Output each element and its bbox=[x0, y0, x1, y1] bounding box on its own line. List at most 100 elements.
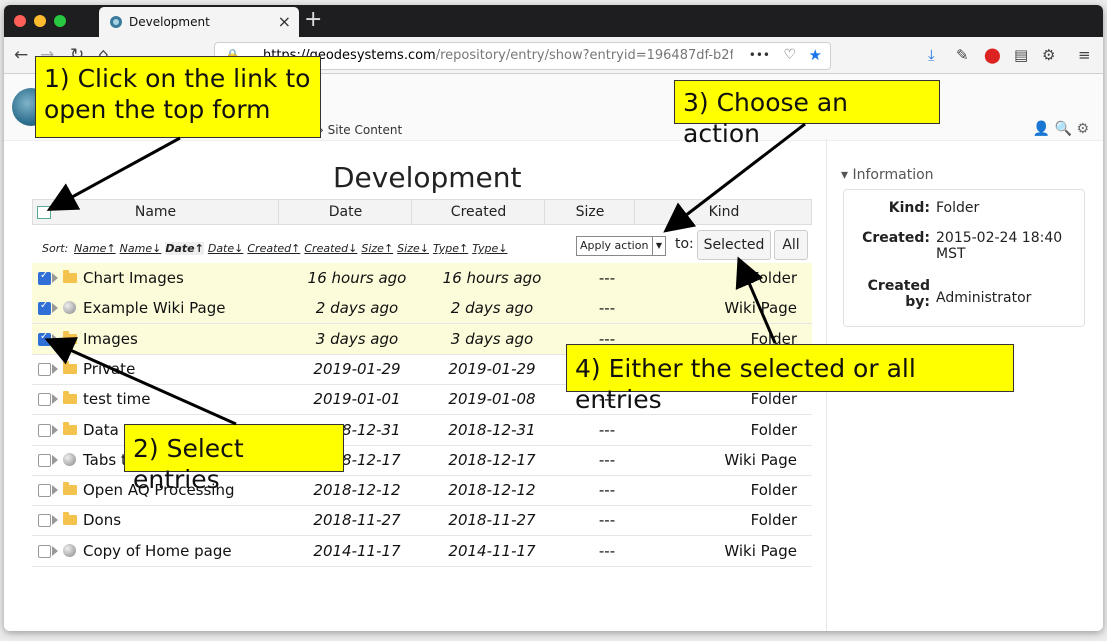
sort-link[interactable]: Size↑ bbox=[361, 242, 393, 255]
settings-gear-icon[interactable]: ⚙ bbox=[1076, 121, 1089, 137]
expand-arrow-icon[interactable] bbox=[52, 394, 58, 405]
tab-title: Development bbox=[129, 15, 210, 29]
col-name[interactable]: Name bbox=[33, 200, 278, 224]
sort-link[interactable]: Date↑ bbox=[165, 242, 204, 255]
folder-icon bbox=[63, 270, 77, 283]
back-icon[interactable]: ← bbox=[14, 45, 28, 65]
sort-link[interactable]: Size↓ bbox=[397, 242, 429, 255]
entry-name-link[interactable]: test time bbox=[83, 390, 150, 408]
entry-date: 3 days ago bbox=[315, 329, 399, 348]
folder-icon bbox=[63, 330, 77, 344]
url-text: https://geodesystems.com/repository/entr… bbox=[263, 48, 733, 63]
entry-name-link[interactable]: Data bbox=[83, 421, 119, 439]
information-box: Kind: Folder Created: 2015-02-24 18:40 M… bbox=[843, 189, 1085, 327]
extension-icon[interactable]: ⚙ bbox=[1042, 46, 1055, 64]
entry-checkbox[interactable] bbox=[38, 270, 51, 285]
sort-link[interactable]: Created↓ bbox=[304, 242, 357, 255]
created-by-label: Created by: bbox=[867, 278, 930, 310]
eyedropper-icon[interactable]: ✎ bbox=[956, 46, 969, 64]
entry-name-link[interactable]: Example Wiki Page bbox=[83, 299, 225, 317]
expand-arrow-icon[interactable] bbox=[52, 273, 58, 283]
information-heading[interactable]: ▾ Information bbox=[841, 167, 934, 183]
entry-date: 2 days ago bbox=[315, 299, 399, 318]
sort-link[interactable]: Type↑ bbox=[433, 242, 468, 255]
adblock-icon[interactable]: ⬤ bbox=[984, 46, 1001, 64]
expand-arrow-icon[interactable] bbox=[52, 545, 58, 556]
sort-link[interactable]: Name↑ bbox=[74, 242, 116, 255]
search-icon[interactable]: 🔍 bbox=[1055, 121, 1072, 137]
apply-selected-button[interactable]: Selected bbox=[697, 230, 771, 260]
pocket-icon[interactable]: ♡ bbox=[783, 47, 796, 63]
close-tab-icon[interactable]: × bbox=[278, 12, 291, 31]
callout-step1: 1) Click on the link to open the top for… bbox=[35, 56, 321, 138]
tab-development[interactable]: Development × bbox=[99, 7, 299, 37]
expand-arrow-icon[interactable] bbox=[52, 424, 58, 435]
col-date[interactable]: Date bbox=[278, 200, 412, 224]
entry-name-link[interactable]: Private bbox=[83, 360, 135, 378]
expand-arrow-icon[interactable] bbox=[52, 515, 58, 526]
entry-checkbox[interactable] bbox=[38, 484, 51, 498]
download-icon[interactable]: ⤓ bbox=[928, 46, 935, 64]
col-created[interactable]: Created bbox=[411, 200, 545, 224]
close-window-button[interactable] bbox=[14, 15, 26, 27]
sort-label: Sort: bbox=[42, 242, 69, 255]
entry-checkbox[interactable] bbox=[38, 423, 51, 437]
entry-size: --- bbox=[598, 481, 616, 500]
to-label: to: bbox=[675, 236, 694, 252]
entry-checkbox[interactable] bbox=[38, 544, 51, 558]
entry-created: 16 hours ago bbox=[442, 269, 542, 287]
expand-arrow-icon[interactable] bbox=[52, 454, 58, 465]
table-row[interactable]: Copy of Home page 2014-11-17 2014-11-17 ---… bbox=[32, 536, 812, 567]
entry-checkbox[interactable] bbox=[38, 514, 51, 528]
entry-name-link[interactable]: Images bbox=[83, 330, 138, 348]
entry-checkbox[interactable] bbox=[38, 362, 51, 376]
maximize-window-button[interactable] bbox=[54, 15, 66, 27]
table-row[interactable]: Example Wiki Page 2 days ago 2 days ago ---… bbox=[32, 293, 812, 325]
entry-kind: Wiki Page bbox=[724, 299, 797, 318]
entry-created: 2018-12-17 bbox=[448, 450, 536, 469]
minimize-window-button[interactable] bbox=[34, 15, 46, 27]
kind-value: Folder bbox=[936, 200, 980, 216]
entry-name-link[interactable]: Copy of Home page bbox=[83, 542, 232, 560]
apply-action-select[interactable]: Apply action ▼ bbox=[576, 236, 666, 256]
callout-step3: 3) Choose an action bbox=[674, 80, 940, 148]
entry-size: --- bbox=[598, 541, 616, 560]
entry-created: 2014-11-17 bbox=[448, 541, 536, 560]
new-tab-button[interactable]: + bbox=[304, 7, 322, 32]
entry-kind: Wiki Page bbox=[724, 541, 797, 560]
folder-icon bbox=[63, 421, 77, 435]
menu-icon[interactable]: ≡ bbox=[1078, 46, 1091, 64]
breadcrumb[interactable]: › Site Content bbox=[319, 123, 402, 137]
entry-checkbox[interactable] bbox=[38, 453, 51, 467]
expand-arrow-icon[interactable] bbox=[52, 485, 58, 496]
sort-link[interactable]: Name↓ bbox=[120, 242, 162, 255]
user-icon[interactable]: 👤 bbox=[1033, 121, 1050, 137]
created-value: 2015-02-24 18:40 MST bbox=[936, 230, 1063, 262]
entry-size: --- bbox=[598, 420, 616, 439]
col-kind[interactable]: Kind bbox=[634, 200, 813, 224]
expand-arrow-icon[interactable] bbox=[52, 333, 58, 344]
entry-checkbox[interactable] bbox=[38, 393, 51, 407]
entry-name-link[interactable]: Chart Images bbox=[83, 269, 184, 287]
entry-created: 2019-01-08 bbox=[448, 390, 536, 409]
tab-bar: Development × + bbox=[4, 5, 1103, 37]
bookmark-star-icon[interactable]: ★ bbox=[809, 46, 822, 64]
dropdown-arrow-icon: ▼ bbox=[652, 237, 665, 255]
apply-all-button[interactable]: All bbox=[774, 230, 808, 260]
sidebar-icon[interactable]: ▤ bbox=[1014, 46, 1028, 64]
table-row[interactable]: Chart Images 16 hours ago 16 hours ago --- F… bbox=[32, 263, 812, 294]
expand-arrow-icon[interactable] bbox=[52, 363, 58, 374]
sort-link[interactable]: Date↓ bbox=[208, 242, 244, 255]
col-size[interactable]: Size bbox=[544, 200, 635, 224]
sort-links: Name↑ Name↓ Date↑ Date↓ Created↑ Created↓ Size… bbox=[74, 242, 511, 255]
expand-arrow-icon[interactable] bbox=[52, 303, 58, 314]
sort-link[interactable]: Type↓ bbox=[472, 242, 507, 255]
entry-checkbox[interactable] bbox=[38, 300, 51, 316]
entry-created: 2018-12-31 bbox=[448, 420, 536, 439]
entry-name-link[interactable]: Dons bbox=[83, 511, 121, 529]
page-actions-icon[interactable]: ••• bbox=[749, 48, 770, 62]
entry-created: 2018-11-27 bbox=[448, 511, 536, 530]
entry-checkbox[interactable] bbox=[38, 331, 51, 346]
table-row[interactable]: Dons 2018-11-27 2018-11-27 --- Folder bbox=[32, 505, 812, 537]
sort-link[interactable]: Created↑ bbox=[247, 242, 300, 255]
